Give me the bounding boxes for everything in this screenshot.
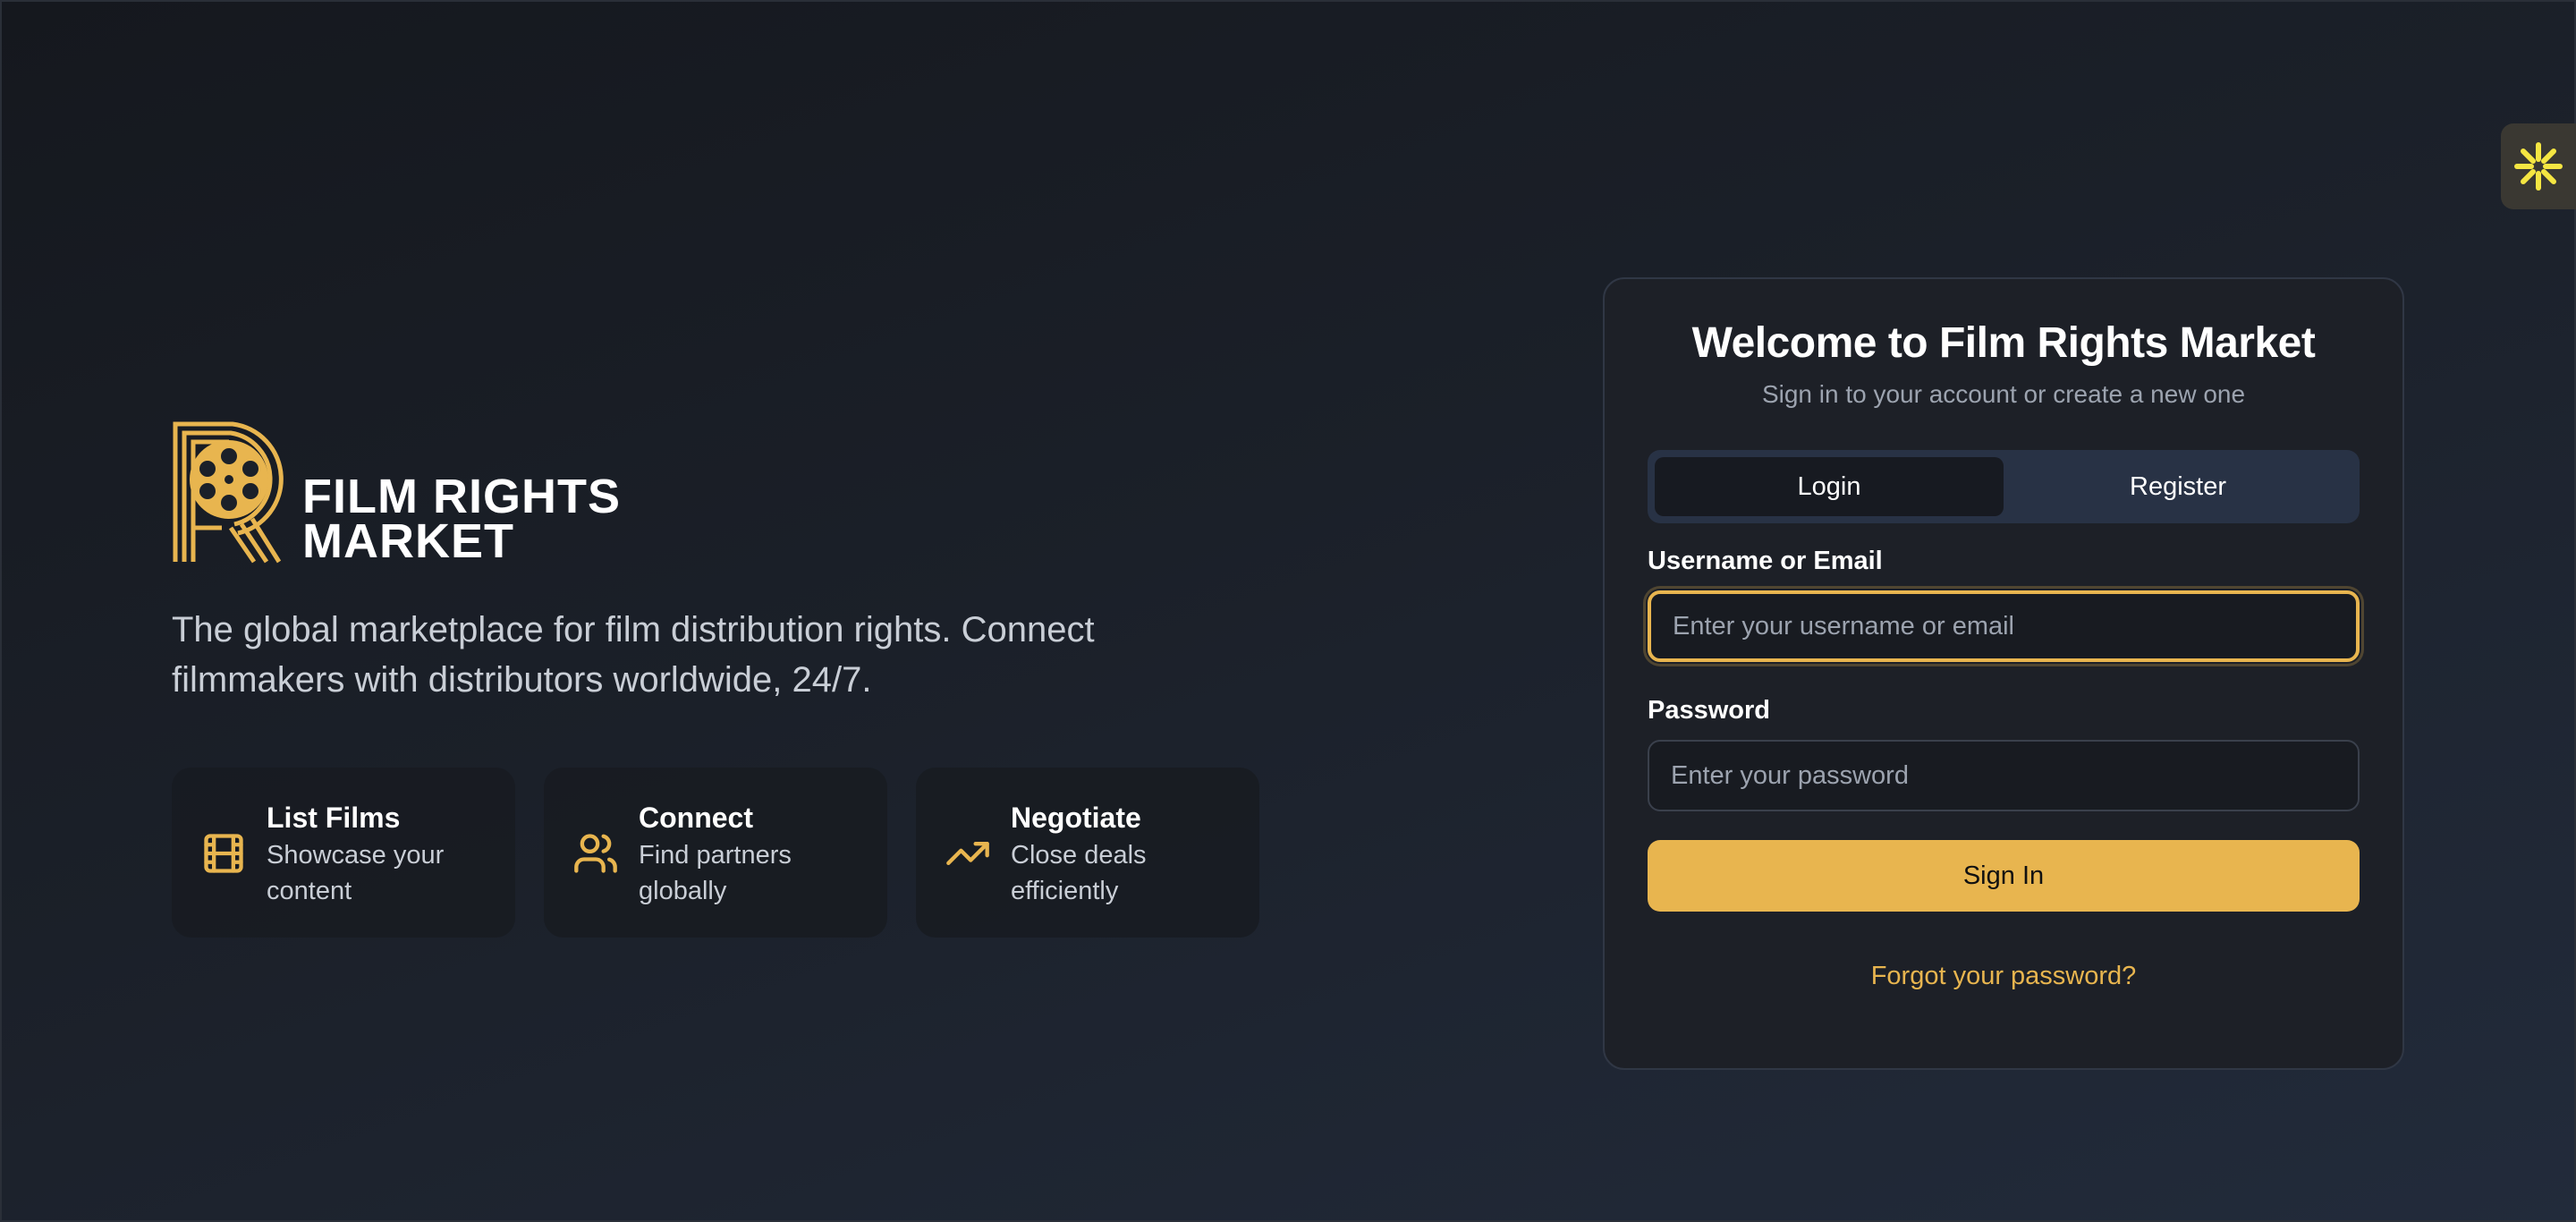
film-reel-r-logo-icon: [173, 421, 284, 564]
forgot-password-link[interactable]: Forgot your password?: [1648, 962, 2360, 991]
sign-in-button[interactable]: Sign In: [1648, 840, 2360, 912]
brand-logo: FILM RIGHTS MARKET: [172, 413, 1299, 568]
trending-up-icon: [946, 842, 989, 865]
feature-card-negotiate: Negotiate Close deals efficiently: [916, 768, 1259, 938]
brand-tagline: The global marketplace for film distribu…: [172, 610, 1095, 700]
tab-register[interactable]: Register: [2004, 457, 2352, 516]
feature-title: Negotiate: [1011, 802, 1141, 834]
feature-title: Connect: [639, 802, 753, 834]
brand-name: FILM RIGHTS MARKET: [302, 470, 621, 568]
feature-card-connect: Connect Find partners globally: [544, 768, 887, 938]
feature-card-list-films: List Films Showcase your content: [172, 768, 515, 938]
feature-description: Close deals efficiently: [1011, 841, 1147, 905]
auth-card: Welcome to Film Rights Market Sign in to…: [1603, 277, 2404, 1070]
film-icon: [204, 834, 243, 873]
feature-description: Find partners globally: [639, 841, 792, 905]
hero-section: FILM RIGHTS MARKET The global marketplac…: [172, 413, 1299, 938]
auth-card-subtitle: Sign in to your account or create a new …: [1761, 380, 2246, 408]
tab-login[interactable]: Login: [1655, 457, 2004, 516]
feature-list: List Films Showcase your content Connect…: [172, 768, 1299, 938]
password-label: Password: [1648, 696, 1770, 725]
auth-tabs: Login Register: [1648, 450, 2360, 523]
auth-card-title: Welcome to Film Rights Market: [1691, 319, 2316, 367]
floating-widget[interactable]: [2501, 123, 2576, 209]
users-icon: [574, 834, 617, 873]
feature-description: Showcase your content: [267, 841, 445, 905]
brand-name-line2: MARKET: [302, 514, 514, 568]
password-input[interactable]: [1648, 740, 2360, 811]
username-input[interactable]: [1648, 590, 2360, 662]
sparkle-icon: [2514, 142, 2563, 191]
brand-name-line1: FILM RIGHTS: [302, 470, 621, 523]
feature-title: List Films: [267, 802, 401, 834]
username-label: Username or Email: [1648, 547, 1883, 575]
